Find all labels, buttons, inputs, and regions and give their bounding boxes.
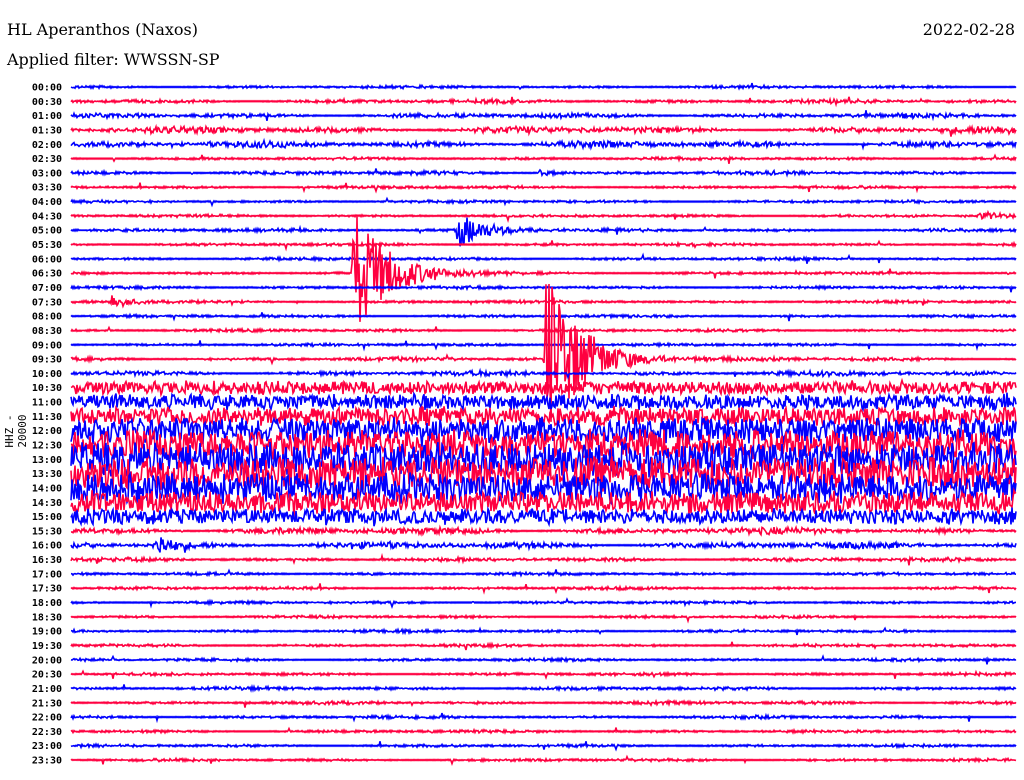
trace-line-1800 <box>70 597 1016 609</box>
time-tick-label: 13:30 <box>32 469 62 480</box>
trace-line-0230 <box>70 153 1017 164</box>
trace-line-1630 <box>70 552 1017 566</box>
time-tick-label: 21:30 <box>32 698 62 709</box>
time-tick-label: 03:00 <box>32 168 62 179</box>
trace-line-1830 <box>70 613 1017 624</box>
trace-line-0330 <box>70 182 1017 194</box>
trace-line-0000 <box>70 82 1017 91</box>
time-tick-label: 02:00 <box>32 140 62 151</box>
time-tick-label: 01:00 <box>32 111 62 122</box>
trace-line-0300 <box>70 168 1017 178</box>
time-tick-label: 00:00 <box>32 83 62 94</box>
trace-line-1730 <box>70 583 1017 595</box>
trace-line-2230 <box>70 726 1017 735</box>
trace-line-2300 <box>70 741 1017 752</box>
time-tick-label: 19:30 <box>32 641 62 652</box>
time-tick-label: 00:30 <box>32 97 62 108</box>
time-tick-label: 19:00 <box>32 627 62 638</box>
trace-line-1100 <box>70 391 1017 413</box>
time-tick-label: 15:00 <box>32 512 62 523</box>
trace-line-0030 <box>70 96 1017 108</box>
time-tick-label: 12:30 <box>32 441 62 452</box>
trace-line-1930 <box>70 641 1017 651</box>
time-tick-label: 14:00 <box>32 483 62 494</box>
time-tick-label: 10:30 <box>32 383 62 394</box>
trace-line-1700 <box>70 568 1017 578</box>
time-tick-label: 18:00 <box>32 598 62 609</box>
time-tick-label: 18:30 <box>32 612 62 623</box>
trace-line-2030 <box>70 669 1016 681</box>
time-tick-label: 20:00 <box>32 655 62 666</box>
trace-line-0400 <box>70 196 1017 208</box>
trace-line-0200 <box>70 137 1017 151</box>
trace-line-2330 <box>70 754 1017 766</box>
trace-line-0800 <box>70 312 1017 322</box>
trace-line-2130 <box>70 698 1017 708</box>
time-tick-label: 07:00 <box>32 283 62 294</box>
time-tick-label: 16:00 <box>32 541 62 552</box>
time-tick-label: 14:30 <box>32 498 62 509</box>
time-tick-label: 04:00 <box>32 197 62 208</box>
trace-line-2000 <box>70 654 1017 665</box>
time-tick-label: 11:30 <box>32 412 62 423</box>
time-tick-label: 10:00 <box>32 369 62 380</box>
time-tick-label: 07:30 <box>32 297 62 308</box>
trace-line-1530 <box>70 524 1017 537</box>
trace-line-0930 <box>70 283 1017 422</box>
time-tick-label: 20:30 <box>32 670 62 681</box>
time-tick-label: 15:30 <box>32 526 62 537</box>
time-tick-label: 09:00 <box>32 340 62 351</box>
time-tick-label: 13:00 <box>32 455 62 466</box>
trace-line-0130 <box>70 123 1017 137</box>
time-tick-label: 23:30 <box>32 756 62 767</box>
time-tick-label: 08:30 <box>32 326 62 337</box>
trace-line-0430 <box>70 209 1017 224</box>
time-tick-label: 12:00 <box>32 426 62 437</box>
trace-line-0500 <box>70 217 1017 247</box>
time-tick-label: 05:00 <box>32 226 62 237</box>
time-tick-label: 17:00 <box>32 569 62 580</box>
time-tick-label: 23:00 <box>32 741 62 752</box>
time-tick-label: 22:30 <box>32 727 62 738</box>
time-tick-label: 11:00 <box>32 398 62 409</box>
trace-line-0700 <box>70 283 1017 293</box>
time-tick-label: 08:00 <box>32 312 62 323</box>
trace-line-0730 <box>70 295 1017 309</box>
trace-line-1600 <box>70 537 1017 553</box>
time-tick-label: 21:00 <box>32 684 62 695</box>
time-tick-label: 04:30 <box>32 211 62 222</box>
helicorder-plot: 00:00 00:30 01:00 01:30 02:00 02:30 03:00 03:30… <box>32 82 1017 767</box>
trace-line-0100 <box>70 110 1017 122</box>
time-tick-label: 22:00 <box>32 713 62 724</box>
trace-line-0600 <box>70 252 1017 264</box>
trace-line-2100 <box>70 683 1017 693</box>
trace-line-0830 <box>70 325 1017 334</box>
trace-line-1030 <box>70 377 1017 398</box>
time-tick-label: 03:30 <box>32 183 62 194</box>
time-tick-label: 09:30 <box>32 355 62 366</box>
trace-line-0900 <box>70 340 1017 352</box>
trace-line-2200 <box>70 712 1017 724</box>
time-tick-label: 06:00 <box>32 254 62 265</box>
time-tick-label: 17:30 <box>32 584 62 595</box>
time-tick-label: 05:30 <box>32 240 62 251</box>
time-tick-label: 01:30 <box>32 125 62 136</box>
time-tick-label: 02:30 <box>32 154 62 165</box>
trace-line-1900 <box>70 626 1017 636</box>
trace-line-1000 <box>70 367 1017 380</box>
time-tick-label: 06:30 <box>32 269 62 280</box>
trace-line-0530 <box>70 239 1017 252</box>
time-tick-label: 16:30 <box>32 555 62 566</box>
